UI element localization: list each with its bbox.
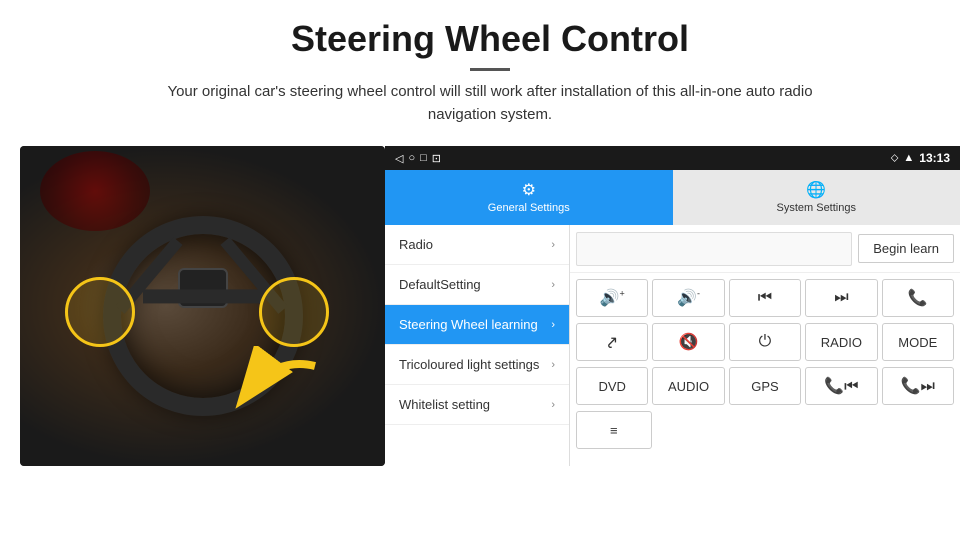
chevron-icon-default: › — [551, 279, 555, 291]
tab-system-label: System Settings — [777, 202, 856, 214]
menu-item-tricoloured-label: Tricoloured light settings — [399, 357, 539, 372]
menu-item-steering[interactable]: Steering Wheel learning › — [385, 305, 569, 345]
power-button[interactable]: ⏻ — [729, 323, 801, 361]
tab-general-label: General Settings — [488, 202, 570, 214]
hangup-button[interactable]: ↩ — [576, 323, 648, 361]
status-right-icons: ⬦ ▲ 13:13 — [891, 151, 950, 165]
menu-item-default[interactable]: DefaultSetting › — [385, 265, 569, 305]
mode-button[interactable]: MODE — [882, 323, 954, 361]
controls-top-row: Begin learn — [570, 225, 960, 273]
radio-button[interactable]: RADIO — [805, 323, 877, 361]
menu-item-default-label: DefaultSetting — [399, 277, 481, 292]
button-highlight-left — [65, 277, 135, 347]
sw-background — [20, 146, 385, 466]
chevron-icon-steering: › — [551, 319, 555, 331]
controls-row3: DVD AUDIO GPS 📞⏮ 📞⏭ — [570, 367, 960, 411]
chevron-icon-whitelist: › — [551, 399, 555, 411]
vol-down-button[interactable]: 🔊- — [652, 279, 724, 317]
android-ui-panel: ◁ ○ □ ⊡ ⬦ ▲ 13:13 ⚙ General Settings — [385, 146, 960, 466]
recents-icon: □ — [420, 152, 427, 164]
menu-item-radio-label: Radio — [399, 237, 433, 252]
power-icon: ⏻ — [759, 333, 772, 351]
audio-button[interactable]: AUDIO — [652, 367, 724, 405]
content-section: ◁ ○ □ ⊡ ⬦ ▲ 13:13 ⚙ General Settings — [0, 146, 980, 549]
music-list-button[interactable]: ≡ — [576, 411, 652, 449]
spoke-horizontal — [143, 289, 263, 303]
system-settings-icon: 🌐 — [806, 180, 826, 200]
dashboard-gauge — [40, 151, 150, 231]
controls-panel: Begin learn 🔊+ 🔊- ⏮ — [570, 225, 960, 466]
call-button[interactable]: 📞 — [882, 279, 954, 317]
page-title: Steering Wheel Control — [60, 18, 920, 60]
controls-row4: ≡ — [570, 411, 960, 449]
prev-track-icon: ⏮ — [758, 289, 772, 307]
vol-up-icon: 🔊+ — [600, 288, 625, 308]
prev-call-button[interactable]: 📞⏮ — [805, 367, 877, 405]
button-highlight-right — [259, 277, 329, 347]
header-section: Steering Wheel Control Your original car… — [0, 0, 980, 136]
menu-item-whitelist[interactable]: Whitelist setting › — [385, 385, 569, 425]
page-container: Steering Wheel Control Your original car… — [0, 0, 980, 549]
home-icon: ○ — [408, 152, 415, 164]
menu-list: Radio › DefaultSetting › Steering Wheel … — [385, 225, 570, 466]
steering-wheel-image — [20, 146, 385, 466]
call-icon: 📞 — [908, 288, 928, 308]
mute-button[interactable]: 🔇 — [652, 323, 724, 361]
controls-row2: ↩ 🔇 ⏻ RADIO MODE — [570, 323, 960, 367]
tab-system-settings[interactable]: 🌐 System Settings — [673, 170, 961, 225]
status-time: 13:13 — [919, 151, 950, 165]
screenshot-icon: ⊡ — [432, 152, 441, 165]
menu-item-steering-label: Steering Wheel learning — [399, 317, 538, 332]
begin-learn-button[interactable]: Begin learn — [858, 234, 954, 263]
vol-up-button[interactable]: 🔊+ — [576, 279, 648, 317]
next-track-button[interactable]: ⏭ — [805, 279, 877, 317]
chevron-icon-tricoloured: › — [551, 359, 555, 371]
nav-icons: ◁ ○ □ ⊡ — [395, 152, 441, 165]
status-bar: ◁ ○ □ ⊡ ⬦ ▲ 13:13 — [385, 146, 960, 170]
steering-input-display — [576, 232, 852, 266]
general-settings-icon: ⚙ — [522, 180, 536, 200]
location-icon: ⬦ — [891, 152, 899, 165]
menu-item-whitelist-label: Whitelist setting — [399, 397, 490, 412]
next-track-icon: ⏭ — [834, 289, 848, 307]
prev-call-icon: 📞⏮ — [824, 376, 858, 396]
music-list-icon: ≡ — [610, 423, 618, 438]
dvd-button[interactable]: DVD — [576, 367, 648, 405]
controls-row1: 🔊+ 🔊- ⏮ ⏭ 📞 — [570, 273, 960, 323]
hangup-icon: ↩ — [600, 330, 624, 354]
tabs-bar: ⚙ General Settings 🌐 System Settings — [385, 170, 960, 225]
main-area: Radio › DefaultSetting › Steering Wheel … — [385, 225, 960, 466]
menu-item-tricoloured[interactable]: Tricoloured light settings › — [385, 345, 569, 385]
signal-icon: ▲ — [903, 152, 914, 164]
title-divider — [470, 68, 510, 71]
menu-item-radio[interactable]: Radio › — [385, 225, 569, 265]
prev-track-button[interactable]: ⏮ — [729, 279, 801, 317]
vol-down-icon: 🔊- — [677, 288, 700, 308]
gps-button[interactable]: GPS — [729, 367, 801, 405]
tab-general-settings[interactable]: ⚙ General Settings — [385, 170, 673, 225]
page-subtitle: Your original car's steering wheel contr… — [150, 81, 830, 126]
back-icon: ◁ — [395, 152, 403, 165]
chevron-icon-radio: › — [551, 239, 555, 251]
mute-icon: 🔇 — [679, 332, 699, 352]
next-call-icon: 📞⏭ — [901, 376, 935, 396]
next-call-button[interactable]: 📞⏭ — [882, 367, 954, 405]
